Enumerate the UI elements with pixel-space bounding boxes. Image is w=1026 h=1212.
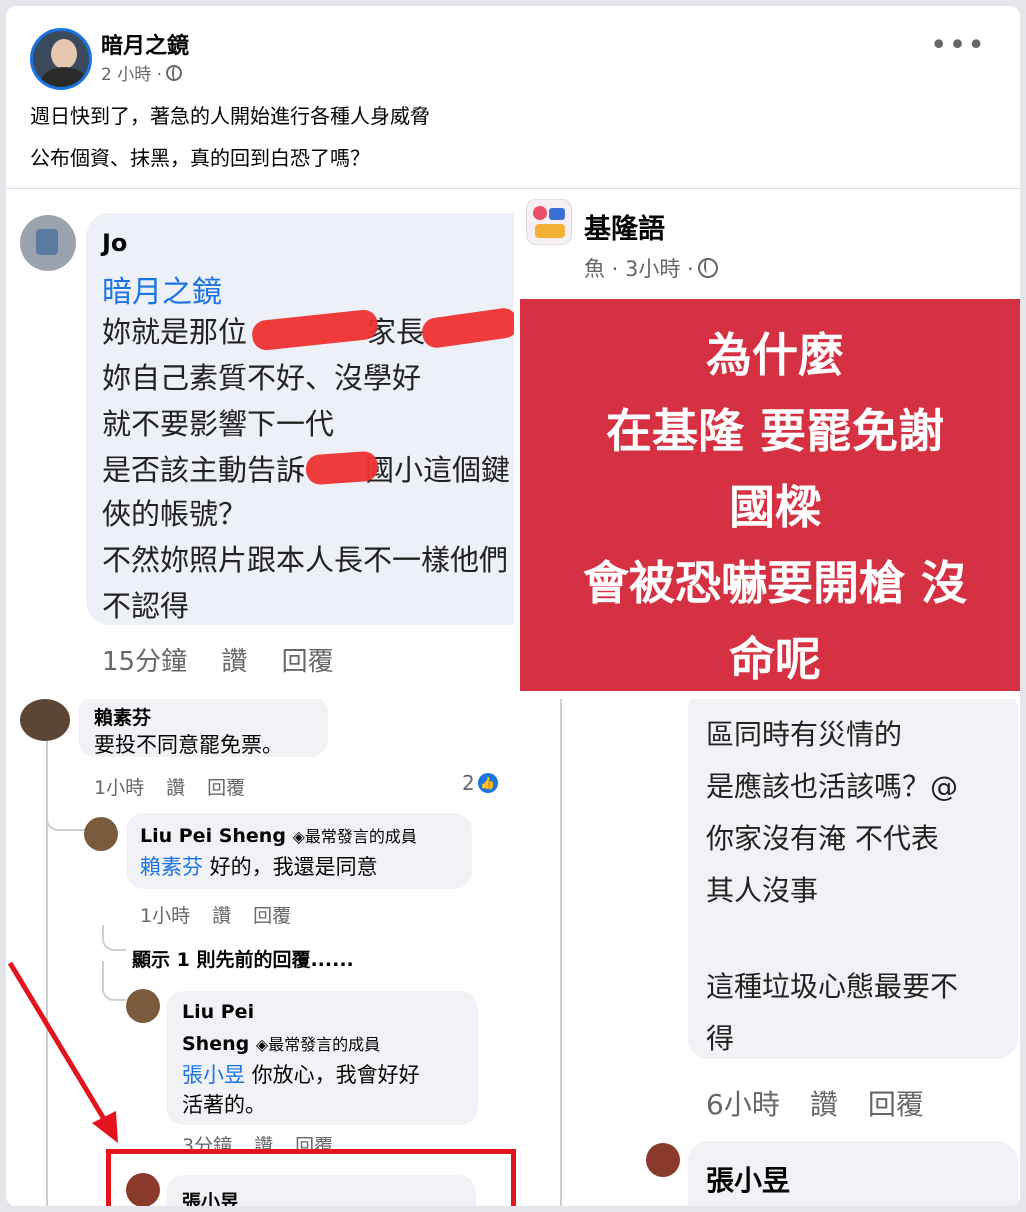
public-globe-icon (166, 64, 183, 81)
like-button: 讚 (221, 647, 248, 677)
post-text-line-1: 週日快到了，著急的人開始進行各種人身威脅 (30, 104, 430, 128)
red-arrow-icon (7, 961, 118, 1143)
commenter-name: Jo (102, 229, 128, 257)
banner-line: 會被恐嚇要開槍 沒 (582, 556, 967, 610)
comment-line: 就不要影響下一代 (102, 407, 335, 441)
screenshot-keelung-post: 基隆語 魚 · 3小時 · 為什麼 在基隆 要罷免謝 國樑 會被恐嚇要開槍 沒 … (514, 189, 1020, 699)
banner-line: 國樑 (729, 480, 821, 534)
comment-actions: 15分鐘 讚 回覆 (102, 641, 360, 678)
comment-line: 區同時有災情的 (706, 718, 903, 751)
banner-line: 命呢 (729, 632, 821, 686)
mention-link: 暗月之鏡 (102, 275, 222, 310)
comment-line: 這種垃圾心態最要不 (706, 970, 959, 1003)
screenshot-right-comment: 區同時有災情的 是應該也活該嗎？@ 你家沒有淹 不代表 其人沒事 這種垃圾心態最… (554, 699, 1020, 1206)
comment-line: 不認得 (102, 589, 190, 623)
commenter-name: 張小昱 (706, 1164, 791, 1197)
post-time[interactable]: 2 小時 · (101, 60, 162, 85)
comment-line: 不然妳照片跟本人長不一樣他們 (102, 543, 509, 577)
commenter-avatar (20, 215, 76, 271)
post-text-line-2: 公布個資、抹黑，真的回到白恐了嗎？ (30, 146, 370, 170)
banner-line: 為什麼 (706, 328, 844, 382)
comment-line: 得 (706, 1022, 735, 1055)
more-options-icon[interactable]: ••• (930, 31, 986, 61)
screenshot-comment-thread: 賴素芬 要投不同意罷免票。 1小時讚回覆 2 👍 Liu Pei Sheng ◈最… (6, 699, 551, 1206)
headline-banner: 為什麼 在基隆 要罷免謝 國樑 會被恐嚇要開槍 沒 命呢 (520, 299, 1020, 691)
thread-line (560, 699, 562, 1206)
comment-line: 是應該也活該嗎？@ (706, 770, 959, 803)
screenshot-jo-comment: Jo 暗月之鏡 妳就是那位 家長 妳自己素質不好、沒學好 就不要影響下一代 是否該… (6, 189, 514, 697)
comment-line: 其人沒事 (706, 874, 819, 907)
page-avatar (526, 199, 572, 245)
commenter-avatar (646, 1143, 680, 1177)
comment-actions: 6小時讚回覆 (706, 1088, 924, 1121)
reply-button: 回覆 (281, 647, 334, 677)
comment-time: 15分鐘 (102, 647, 188, 677)
banner-line: 在基隆 要罷免謝 (605, 404, 944, 458)
author-avatar[interactable] (30, 28, 92, 90)
comment-line: 妳自己素質不好、沒學好 (102, 361, 422, 395)
comment-line: 俠的帳號？ (102, 497, 248, 531)
page-name: 基隆語 (584, 214, 665, 245)
comment-line: 你家沒有淹 不代表 (706, 822, 939, 855)
post-card: 暗月之鏡 2 小時 · ••• 週日快到了，著急的人開始進行各種人身威脅 公布個… (6, 6, 1020, 1206)
post-meta: 魚 · 3小時 · (584, 253, 718, 283)
redaction-mark (305, 450, 379, 486)
post-meta: 2 小時 · (101, 60, 183, 85)
public-globe-icon (697, 258, 718, 278)
author-name[interactable]: 暗月之鏡 (101, 28, 189, 60)
